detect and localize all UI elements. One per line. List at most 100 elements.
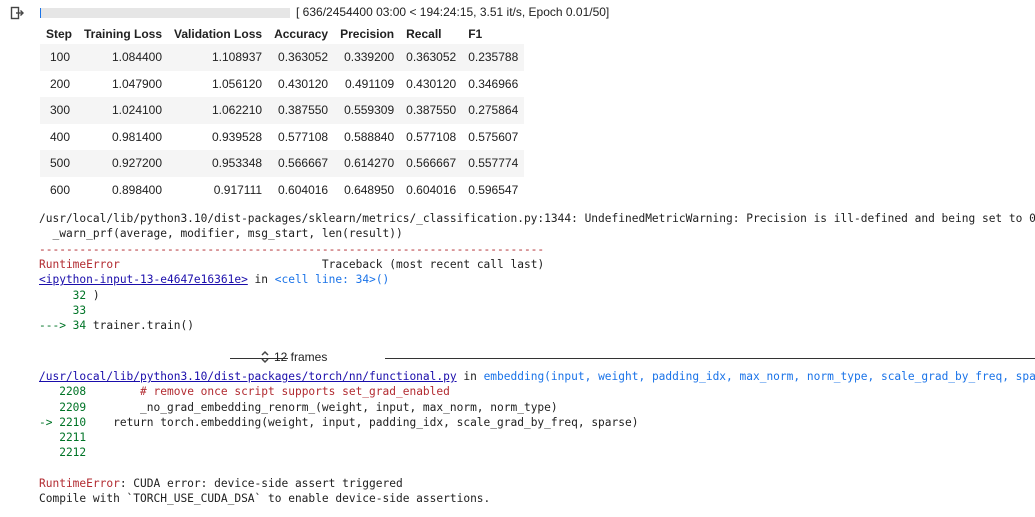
code-line: 2211 [39,430,86,445]
warning-line: /usr/local/lib/python3.10/dist-packages/… [39,212,1035,225]
table-cell: 0.927200 [78,150,169,177]
table-row: 100 1.084400 1.108937 0.363052 0.339200 … [40,44,525,71]
header-gap [120,258,322,271]
divider-line [385,358,1035,359]
table-cell: 0.898400 [111,182,163,197]
traceback-separator: ----------------------------------------… [39,243,545,256]
table-row: 600 0.898400 0.917111 0.604016 0.648950 … [40,177,524,204]
table-cell: 100 [40,44,79,71]
table-cell: 300 [40,97,79,124]
column-header: Validation Loss [174,27,263,41]
table-cell: 0.577108 [406,129,457,144]
progress-bar [40,8,290,18]
ipython-input-link[interactable]: <ipython-input-13-e4647e16361e> [39,273,248,286]
progress-text: [ 636/2454400 03:00 < 194:24:15, 3.51 it… [296,5,610,19]
table-cell: 0.346966 [468,76,519,91]
cell-line-link[interactable]: <cell line: 34> [275,273,376,286]
expand-frames-button[interactable]: 12 frames [260,349,327,364]
table-cell: 0.430120 [406,76,457,91]
traceback-location: <ipython-input-13-e4647e16361e> in <cell… [39,272,389,287]
error-name: RuntimeError [39,258,120,271]
table-cell: 0.363052 [268,44,335,71]
table-cell: 0.557774 [462,150,525,177]
output-arrow-icon[interactable] [10,6,24,20]
in-text: in [247,273,275,286]
table-row: 200 1.047900 1.056120 0.430120 0.491109 … [40,71,524,98]
column-header: Accuracy [274,27,329,41]
table-cell: 1.047900 [111,76,163,91]
column-header: Step [46,27,73,41]
table-cell: 0.953348 [168,150,269,177]
table-cell: 1.062210 [168,97,269,124]
frames-divider: 12 frames [40,349,1035,367]
expand-collapse-icon [261,350,269,363]
code-text: ) [86,289,100,302]
traceback-header: RuntimeError Traceback (most recent call… [39,257,544,272]
code-line: 2209 _no_grad_embedding_renorm_(weight, … [39,400,558,415]
cell-paren: () [375,273,390,286]
table-cell: 0.430120 [278,76,329,91]
table-cell: 0.387550 [268,97,335,124]
code-text: _no_grad_embedding_renorm_(weight, input… [86,401,558,414]
table-cell: 1.084400 [78,44,169,71]
table-cell: 1.056120 [212,76,263,91]
column-header: F1 [468,27,483,41]
line-number: 33 [39,304,87,317]
error-message: : CUDA error: device-side assert trigger… [119,477,403,490]
code-comment: # remove once script supports set_grad_e… [86,385,450,398]
file-path-link[interactable]: /usr/local/lib/python3.10/dist-packages/… [39,370,457,383]
table-cell: 0.604016 [278,182,329,197]
code-line: 2212 [39,445,86,460]
progress-bar-fill [40,8,41,18]
table-row: 500 0.927200 0.953348 0.566667 0.614270 … [40,150,525,177]
in-text: in [456,370,484,383]
frames-label: 12 frames [274,349,328,364]
table-cell: 0.604016 [406,182,457,197]
column-header: Training Loss [84,27,163,41]
table-row: 300 1.024100 1.062210 0.387550 0.559309 … [40,97,525,124]
code-line-current: ---> 34 trainer.train() [39,318,194,333]
line-number: 32 [39,289,87,302]
function-signature: embedding(input, weight, padding_idx, ma… [483,370,1035,383]
line-arrow: ---> 34 [39,319,87,332]
table-cell: 0.648950 [344,182,395,197]
line-number: 2212 [39,446,87,459]
line-number: 2211 [39,431,87,444]
table-cell: 0.387550 [400,97,463,124]
table-cell: 400 [50,129,71,144]
table-cell: 0.491109 [344,76,395,91]
table-cell: 200 [50,76,71,91]
code-text: trainer.train() [86,319,194,332]
final-error: RuntimeError: CUDA error: device-side as… [39,476,403,491]
table-cell: 0.339200 [334,44,401,71]
line-number: 2208 [39,385,87,398]
warning-line: _warn_prf(average, modifier, msg_start, … [39,227,403,240]
table-cell: 1.108937 [168,44,269,71]
frame-location: /usr/local/lib/python3.10/dist-packages/… [39,369,1035,384]
table-cell: 0.235788 [462,44,525,71]
code-text: return torch.embedding(weight, input, pa… [86,416,639,429]
table-cell: 0.917111 [213,182,263,197]
table-cell: 0.588840 [344,129,395,144]
table-cell: 0.363052 [400,44,463,71]
table-cell: 0.275864 [462,97,525,124]
code-line: 2208 # remove once script supports set_g… [39,384,450,399]
metrics-table: Step Training Loss Validation Loss Accur… [40,24,525,204]
column-header: Precision [340,27,395,41]
code-line: 32 ) [39,288,100,303]
column-header: Recall [406,27,442,41]
table-cell: 0.566667 [268,150,335,177]
table-cell: 0.939528 [212,129,263,144]
table-cell: 0.981400 [111,129,163,144]
table-cell: 0.596547 [468,182,519,197]
table-cell: 0.566667 [400,150,463,177]
line-arrow: -> 2210 [39,416,87,429]
traceback-title: Traceback (most recent call last) [321,258,545,271]
code-line: 33 [39,303,86,318]
table-cell: 500 [40,150,79,177]
table-cell: 600 [50,182,71,197]
table-cell: 0.559309 [334,97,401,124]
table-header-row: Step Training Loss Validation Loss Accur… [40,24,524,44]
code-line-current: -> 2210 return torch.embedding(weight, i… [39,415,638,430]
table-row: 400 0.981400 0.939528 0.577108 0.588840 … [40,124,524,151]
